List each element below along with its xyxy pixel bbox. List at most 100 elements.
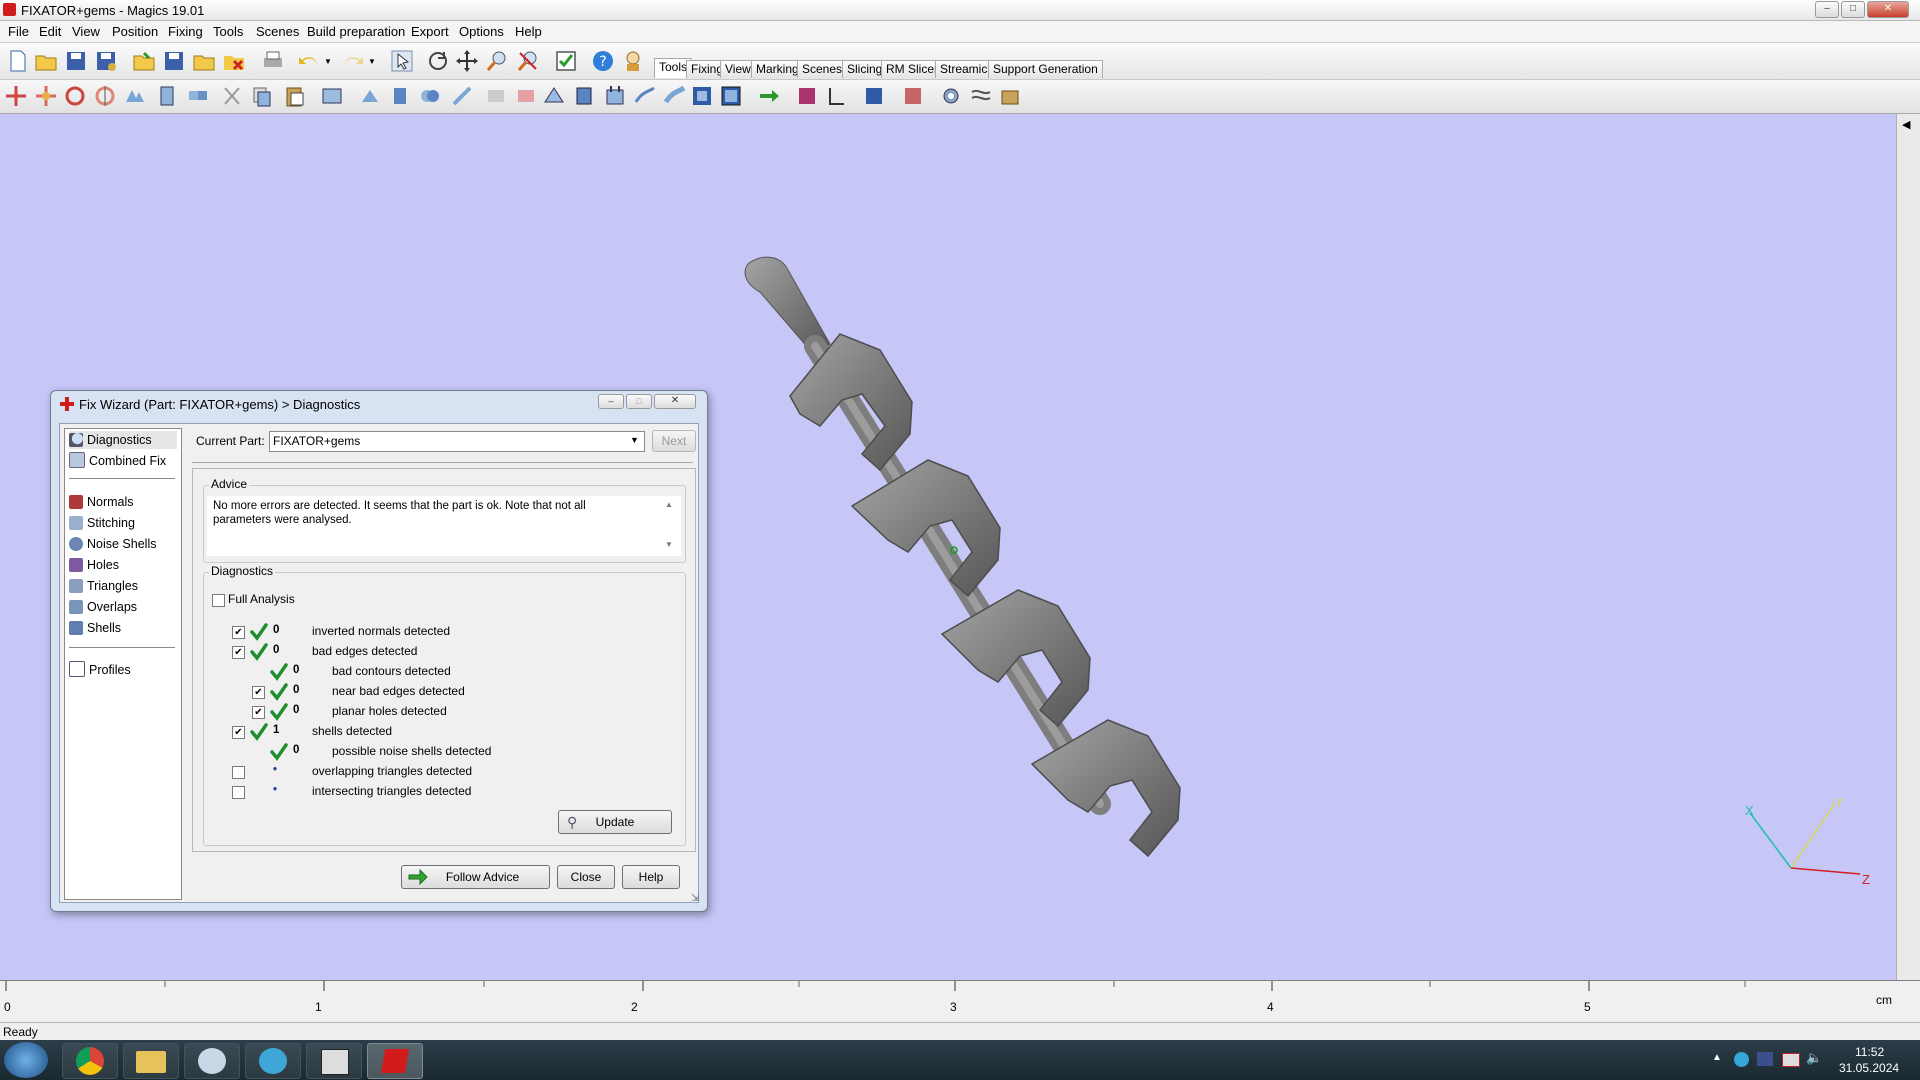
duplicate-icon[interactable] bbox=[156, 84, 180, 108]
menu-export[interactable]: Export bbox=[411, 24, 449, 39]
tab-support-generation[interactable]: Support Generation bbox=[988, 60, 1103, 78]
clock-date[interactable]: 31.05.2024 bbox=[1839, 1061, 1899, 1075]
package-icon[interactable] bbox=[998, 84, 1022, 108]
zoom-window-icon[interactable] bbox=[516, 49, 540, 73]
boolean-icon[interactable] bbox=[418, 84, 442, 108]
support-lines-icon[interactable] bbox=[969, 84, 993, 108]
start-button[interactable] bbox=[4, 1042, 48, 1078]
axis-transform-icon[interactable] bbox=[824, 84, 848, 108]
menu-build-preparation[interactable]: Build preparation bbox=[307, 24, 405, 39]
section-view-icon[interactable] bbox=[719, 84, 743, 108]
nav-normals[interactable]: Normals bbox=[69, 493, 134, 511]
paste-icon[interactable] bbox=[283, 84, 307, 108]
rotate-view-icon[interactable] bbox=[426, 49, 450, 73]
minimize-button[interactable]: – bbox=[1815, 1, 1839, 18]
viewport-side-scroll[interactable]: ◀ bbox=[1896, 114, 1920, 980]
report-icon[interactable] bbox=[901, 84, 925, 108]
diagnostic-checkbox[interactable]: ✔ bbox=[252, 706, 265, 719]
nav-holes[interactable]: Holes bbox=[69, 556, 119, 574]
unload-part-icon[interactable] bbox=[222, 49, 246, 73]
zoom-icon[interactable] bbox=[485, 49, 509, 73]
copy-icon[interactable] bbox=[250, 84, 274, 108]
smooth-icon[interactable] bbox=[542, 84, 566, 108]
help-icon[interactable]: ? bbox=[591, 49, 615, 73]
context-help-icon[interactable] bbox=[621, 49, 645, 73]
taskbar-chrome[interactable] bbox=[62, 1043, 118, 1079]
part-list-icon[interactable] bbox=[795, 84, 819, 108]
taskbar-explorer[interactable] bbox=[123, 1043, 179, 1079]
tab-rm-slicer[interactable]: RM Slicer bbox=[881, 60, 944, 78]
maximize-button[interactable]: □ bbox=[1841, 1, 1865, 18]
wrap-icon[interactable] bbox=[603, 84, 627, 108]
action-center-icon[interactable] bbox=[1782, 1053, 1800, 1067]
menu-options[interactable]: Options bbox=[459, 24, 504, 39]
nav-shells[interactable]: Shells bbox=[69, 619, 121, 637]
current-part-select[interactable]: FIXATOR+gems ▼ bbox=[269, 431, 645, 452]
combine-parts-icon[interactable] bbox=[186, 84, 210, 108]
taskbar-v8[interactable] bbox=[245, 1043, 301, 1079]
resize-grip-icon[interactable]: ⇲ bbox=[691, 893, 699, 904]
close-button[interactable]: Close bbox=[557, 865, 615, 889]
show-hidden-icons-icon[interactable]: ▲ bbox=[1712, 1052, 1722, 1063]
cut-icon[interactable] bbox=[220, 84, 244, 108]
measure-checklist-icon[interactable] bbox=[554, 49, 578, 73]
menu-help[interactable]: Help bbox=[515, 24, 542, 39]
menu-file[interactable]: File bbox=[8, 24, 29, 39]
extrude-icon[interactable] bbox=[358, 84, 382, 108]
nav-triangles[interactable]: Triangles bbox=[69, 577, 138, 595]
clock-time[interactable]: 11:52 bbox=[1855, 1045, 1884, 1059]
menu-position[interactable]: Position bbox=[112, 24, 158, 39]
mirror-part-icon[interactable] bbox=[93, 84, 117, 108]
menu-edit[interactable]: Edit bbox=[39, 24, 61, 39]
save-part-icon[interactable] bbox=[162, 49, 186, 73]
menu-fixing[interactable]: Fixing bbox=[168, 24, 203, 39]
cut-punch-icon[interactable] bbox=[450, 84, 474, 108]
dialog-close-x-button[interactable]: ✕ bbox=[654, 394, 696, 409]
offset-icon[interactable] bbox=[388, 84, 412, 108]
nav-diagnostics[interactable]: Diagnostics bbox=[69, 431, 177, 449]
load-project-icon[interactable] bbox=[192, 49, 216, 73]
triangle-reduction-icon[interactable] bbox=[572, 84, 596, 108]
diagnostic-checkbox[interactable]: ✔ bbox=[252, 686, 265, 699]
label-icon[interactable] bbox=[484, 84, 508, 108]
dialog-minimize-button[interactable]: – bbox=[598, 394, 624, 409]
hollow-part-icon[interactable] bbox=[320, 84, 344, 108]
taskbar-app[interactable] bbox=[306, 1043, 362, 1079]
scroll-down-icon[interactable]: ▼ bbox=[665, 540, 673, 549]
redo-icon[interactable] bbox=[341, 49, 365, 73]
diagnostic-checkbox[interactable] bbox=[232, 786, 245, 799]
menu-scenes[interactable]: Scenes bbox=[256, 24, 299, 39]
save-icon[interactable] bbox=[64, 49, 88, 73]
select-part-icon[interactable] bbox=[390, 49, 414, 73]
full-analysis-checkbox[interactable] bbox=[212, 594, 225, 607]
bounding-box-icon[interactable] bbox=[690, 84, 714, 108]
undo-dropdown-icon[interactable]: ▼ bbox=[324, 57, 332, 66]
nav-combined-fix[interactable]: Combined Fix bbox=[69, 452, 166, 470]
move-part-icon[interactable] bbox=[34, 84, 58, 108]
tab-scenes[interactable]: Scenes bbox=[797, 60, 848, 78]
taskbar-paint[interactable] bbox=[184, 1043, 240, 1079]
next-button[interactable]: Next bbox=[652, 430, 696, 452]
translate-icon[interactable] bbox=[4, 84, 28, 108]
close-window-button[interactable]: ✕ bbox=[1867, 1, 1909, 18]
scroll-up-icon[interactable]: ▲ bbox=[665, 500, 673, 509]
rescale-icon[interactable] bbox=[123, 84, 147, 108]
rotate-part-icon[interactable] bbox=[63, 84, 87, 108]
diagnostic-checkbox[interactable]: ✔ bbox=[232, 626, 245, 639]
settings-gear-icon[interactable] bbox=[939, 84, 963, 108]
import-part-icon[interactable] bbox=[132, 49, 156, 73]
follow-advice-button[interactable]: Follow Advice bbox=[401, 865, 550, 889]
new-file-icon[interactable] bbox=[6, 49, 30, 73]
taskbar-magics[interactable] bbox=[367, 1043, 423, 1079]
volume-icon[interactable]: 🔈 bbox=[1806, 1050, 1822, 1066]
menu-view[interactable]: View bbox=[72, 24, 100, 39]
update-button[interactable]: ⚲ Update bbox=[558, 810, 672, 834]
nav-stitching[interactable]: Stitching bbox=[69, 514, 135, 532]
nav-overlaps[interactable]: Overlaps bbox=[69, 598, 137, 616]
help-button[interactable]: Help bbox=[622, 865, 680, 889]
shell-icon[interactable] bbox=[514, 84, 538, 108]
language-flag-icon[interactable] bbox=[1757, 1052, 1773, 1066]
save-as-icon[interactable] bbox=[94, 49, 118, 73]
pan-view-icon[interactable] bbox=[455, 49, 479, 73]
dialog-maximize-button[interactable]: □ bbox=[626, 394, 652, 409]
